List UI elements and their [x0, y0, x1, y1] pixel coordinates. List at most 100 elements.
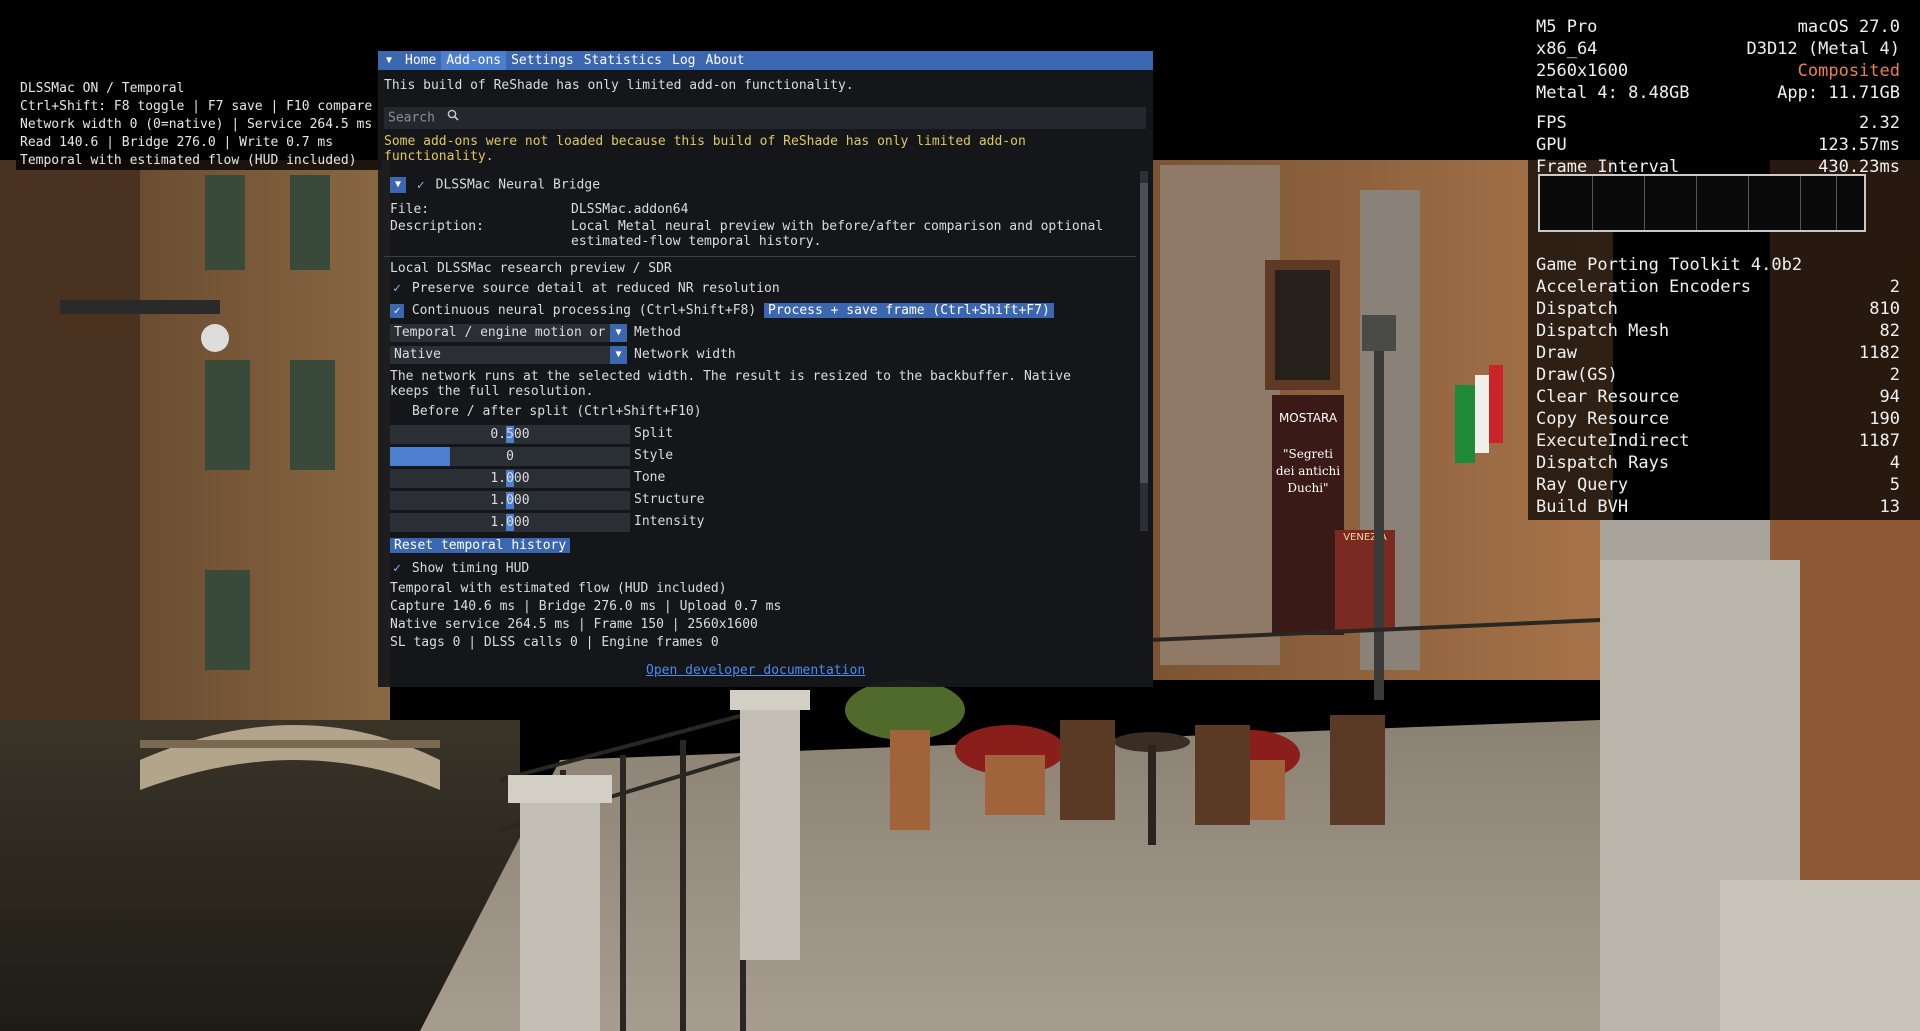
method-label: Method: [634, 325, 681, 340]
file-label: File:: [390, 202, 430, 217]
method-dropdown-arrow-icon[interactable]: ▼: [610, 324, 627, 342]
intensity-slider[interactable]: 1.000: [390, 513, 630, 532]
split-label: Split: [634, 426, 674, 441]
counter-value: 2: [1889, 365, 1900, 385]
fps-row: FPS 2.32: [1536, 112, 1900, 134]
performance-hud: M5 Pro macOS 27.0 x86_64 D3D12 (Metal 4)…: [1528, 12, 1920, 520]
fps-value: 2.32: [1859, 113, 1900, 133]
tab-home[interactable]: Home: [400, 51, 441, 70]
app-memory: App: 11.71GB: [1777, 83, 1900, 103]
timing-line-4: SL tags 0 | DLSS calls 0 | Engine frames…: [390, 635, 719, 650]
counter-row: Dispatch Rays 4: [1536, 452, 1900, 474]
timing-line-2: Capture 140.6 ms | Bridge 276.0 ms | Upl…: [390, 599, 782, 614]
architecture: x86_64: [1536, 39, 1598, 59]
hud-header-row: 2560x1600 Composited: [1536, 60, 1900, 82]
hotkeys-line: Ctrl+Shift: F8 toggle | F7 save | F10 co…: [20, 99, 373, 114]
counter-row: Dispatch 810: [1536, 298, 1900, 320]
show-timing-hud-label: Show timing HUD: [411, 561, 530, 576]
chip-name: M5 Pro: [1536, 17, 1598, 37]
tab-add-ons[interactable]: Add-ons: [441, 51, 507, 70]
gpu-value: 123.57ms: [1818, 135, 1900, 155]
counter-row: ExecuteIndirect 1187: [1536, 430, 1900, 452]
timing-line-3: Native service 264.5 ms | Frame 150 | 25…: [390, 617, 758, 632]
counter-label: Clear Resource: [1536, 387, 1680, 407]
counter-value: 4: [1889, 453, 1900, 473]
description-label: Description:: [390, 219, 484, 234]
addon-name: DLSSMac Neural Bridge: [435, 177, 601, 193]
svg-text:"Segreti: "Segreti: [1283, 447, 1333, 461]
expand-triangle-icon[interactable]: ▼: [390, 177, 406, 193]
frame-interval-graph: [1538, 174, 1866, 232]
counter-label: Draw: [1536, 343, 1577, 363]
addon-enabled-check-icon[interactable]: ✓: [414, 178, 428, 193]
process-save-button[interactable]: Process + save frame (Ctrl+Shift+F7): [764, 303, 1054, 318]
show-timing-hud-checkbox[interactable]: ✓ Show timing HUD: [390, 561, 529, 576]
developer-docs-link[interactable]: Open developer documentation: [646, 663, 865, 678]
counter-row: Build BVH 13: [1536, 496, 1900, 518]
section-title: Local DLSSMac research preview / SDR: [390, 261, 672, 276]
tab-about[interactable]: About: [701, 51, 750, 70]
scrollbar[interactable]: [1140, 171, 1148, 531]
counter-value: 1182: [1859, 343, 1900, 363]
description-line-1: Local Metal neural preview with before/a…: [571, 219, 1104, 234]
counter-row: Draw 1182: [1536, 342, 1900, 364]
structure-slider[interactable]: 1.000: [390, 491, 630, 510]
network-width-dropdown-arrow-icon[interactable]: ▼: [610, 346, 627, 364]
tab-log[interactable]: Log: [667, 51, 700, 70]
svg-text:Duchi": Duchi": [1287, 481, 1328, 495]
counter-row: Copy Resource 190: [1536, 408, 1900, 430]
resolution: 2560x1600: [1536, 61, 1629, 81]
checkbox-check-icon: ✓: [390, 303, 404, 318]
reset-button-label: Reset temporal history: [390, 538, 571, 553]
structure-label: Structure: [634, 492, 705, 507]
counter-value: 5: [1889, 475, 1900, 495]
search-input[interactable]: Search: [384, 107, 1146, 129]
toolkit-title: Game Porting Toolkit 4.0b2: [1536, 255, 1803, 275]
gpu-row: GPU 123.57ms: [1536, 134, 1900, 156]
slider-grab[interactable]: [390, 447, 450, 466]
os-version: macOS 27.0: [1797, 17, 1900, 37]
continuous-processing-checkbox[interactable]: ✓ Continuous neural processing (Ctrl+Shi…: [390, 303, 1054, 318]
style-label: Style: [634, 448, 674, 463]
before-after-split-checkbox[interactable]: Before / after split (Ctrl+Shift+F10): [412, 404, 702, 419]
counter-value: 1187: [1859, 431, 1900, 451]
tab-statistics[interactable]: Statistics: [579, 51, 667, 70]
reset-temporal-history-button[interactable]: Reset temporal history: [390, 538, 571, 553]
style-slider[interactable]: 0: [390, 447, 630, 466]
tab-settings[interactable]: Settings: [506, 51, 579, 70]
hud-header-row: x86_64 D3D12 (Metal 4): [1536, 38, 1900, 60]
reshade-window: ▼ Home Add-ons Settings Statistics Log A…: [378, 51, 1153, 687]
fps-label: FPS: [1536, 113, 1567, 133]
collapse-triangle-icon[interactable]: ▼: [382, 55, 396, 66]
description-line-2: estimated-flow temporal history.: [571, 234, 822, 249]
method-combo[interactable]: Temporal / engine motion or: [390, 324, 610, 342]
addon-header[interactable]: ▼ ✓ DLSSMac Neural Bridge: [390, 177, 600, 193]
hud-header-row: Metal 4: 8.48GB App: 11.71GB: [1536, 82, 1900, 104]
check-icon: ✓: [393, 281, 401, 296]
search-placeholder: Search: [388, 110, 435, 126]
split-slider[interactable]: 0.500: [390, 425, 630, 444]
scrollbar-thumb[interactable]: [1140, 183, 1148, 483]
tone-slider[interactable]: 1.000: [390, 469, 630, 488]
counter-label: Dispatch: [1536, 299, 1618, 319]
limited-addon-notice: This build of ReShade has only limited a…: [384, 78, 854, 93]
preserve-detail-label: Preserve source detail at reduced NR res…: [411, 281, 780, 296]
mode-line: Temporal with estimated flow (HUD includ…: [20, 153, 357, 168]
divider: [384, 256, 1136, 257]
preserve-detail-checkbox[interactable]: ✓ Preserve source detail at reduced NR r…: [390, 281, 780, 296]
dlss-status-overlay: DLSSMac ON / Temporal Ctrl+Shift: F8 tog…: [16, 80, 382, 170]
counter-row: Draw(GS) 2: [1536, 364, 1900, 386]
counter-row: Dispatch Mesh 82: [1536, 320, 1900, 342]
timing-line-1: Temporal with estimated flow (HUD includ…: [390, 581, 727, 596]
counter-label: ExecuteIndirect: [1536, 431, 1690, 451]
file-value: DLSSMac.addon64: [571, 202, 689, 217]
timing-line: Read 140.6 | Bridge 276.0 | Write 0.7 ms: [20, 135, 334, 150]
counter-label: Ray Query: [1536, 475, 1629, 495]
tone-label: Tone: [634, 470, 666, 485]
network-width-combo[interactable]: Native: [390, 346, 610, 364]
counter-label: Draw(GS): [1536, 365, 1618, 385]
composited-status: Composited: [1797, 61, 1900, 81]
counter-value: 82: [1879, 321, 1900, 341]
counter-value: 2: [1889, 277, 1900, 297]
counter-value: 190: [1869, 409, 1900, 429]
